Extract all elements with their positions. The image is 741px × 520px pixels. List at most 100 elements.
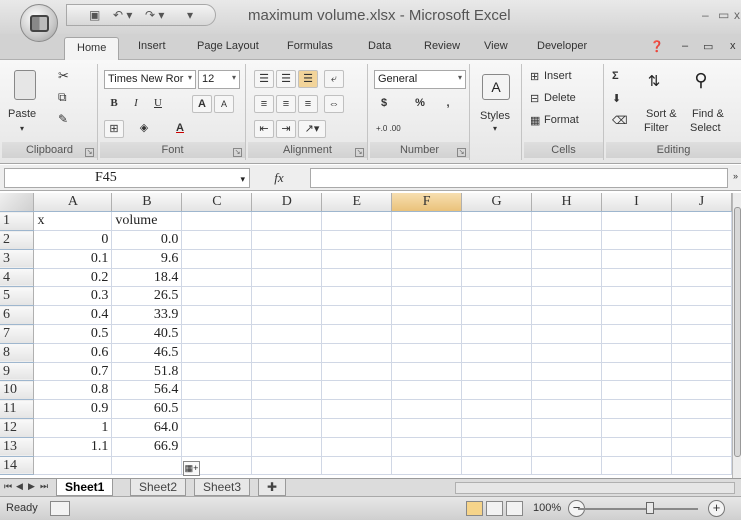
tab-review[interactable]: Review (424, 40, 460, 52)
fill-color-icon[interactable]: ◈ (134, 120, 154, 138)
font-name-combo[interactable]: Times New Ror ▾ (104, 70, 196, 89)
row-header[interactable]: 3 (0, 249, 35, 269)
cell-g[interactable] (461, 230, 533, 250)
cell-g[interactable] (461, 399, 533, 420)
decrease-indent-icon[interactable]: ⇤ (254, 120, 274, 138)
tab-formulas[interactable]: Formulas (287, 40, 333, 52)
formula-input[interactable] (310, 168, 728, 188)
align-middle-icon[interactable]: ☰ (276, 70, 296, 88)
cut-icon[interactable]: ✂ (58, 68, 69, 84)
cell-e[interactable] (321, 305, 393, 326)
tab-data[interactable]: Data (368, 40, 391, 52)
cell-f[interactable] (391, 380, 463, 401)
column-header-a[interactable]: A (33, 193, 113, 213)
cell-g[interactable] (461, 456, 533, 476)
cell-e[interactable] (321, 418, 393, 438)
cell-b[interactable]: volume (111, 211, 183, 232)
cell-a[interactable]: 0.6 (33, 343, 113, 363)
cell-g[interactable] (461, 380, 533, 401)
column-header-g[interactable]: G (461, 193, 533, 213)
cell-i[interactable] (601, 286, 672, 307)
last-sheet-icon[interactable]: ⏭ (40, 481, 48, 492)
cell-g[interactable] (461, 343, 533, 363)
help-icon[interactable]: ❓ (650, 40, 664, 53)
comma-button[interactable]: , (438, 95, 458, 113)
cell-g[interactable] (461, 437, 533, 457)
cell-i[interactable] (601, 343, 672, 363)
expand-formula-bar-icon[interactable]: » (733, 171, 738, 181)
save-icon[interactable]: ▣ (89, 8, 100, 22)
paste-icon[interactable] (14, 70, 36, 100)
name-box[interactable]: F45 ▾ (4, 168, 250, 188)
cell-b[interactable]: 18.4 (111, 268, 183, 288)
column-header-e[interactable]: E (321, 193, 393, 213)
sheet-tab-sheet2[interactable]: Sheet2 (130, 479, 187, 496)
cell-c[interactable] (181, 380, 253, 401)
cell-j[interactable] (671, 437, 732, 457)
cell-b[interactable]: 64.0 (111, 418, 183, 438)
redo-icon[interactable]: ↷ ▾ (145, 8, 164, 22)
cell-a[interactable] (33, 456, 113, 476)
tab-view[interactable]: View (484, 40, 508, 52)
cell-j[interactable] (671, 362, 732, 382)
cell-a[interactable]: x (33, 211, 113, 232)
zoom-in-button[interactable]: + (708, 500, 725, 517)
cell-d[interactable] (251, 230, 323, 250)
cell-b[interactable] (111, 456, 183, 476)
cell-c[interactable] (181, 286, 253, 307)
cell-d[interactable] (251, 437, 323, 457)
clipboard-dialog-launcher[interactable]: ↘ (85, 148, 94, 157)
column-header-h[interactable]: H (531, 193, 603, 213)
zoom-level[interactable]: 100% (533, 502, 561, 514)
cell-j[interactable] (671, 286, 732, 307)
cell-a[interactable]: 0 (33, 230, 113, 250)
binoculars-icon[interactable]: ⚲ (688, 70, 714, 96)
cell-e[interactable] (321, 343, 393, 363)
cell-e[interactable] (321, 380, 393, 401)
cell-e[interactable] (321, 324, 393, 344)
format-cells-button[interactable]: Format (544, 114, 579, 126)
maximize-button[interactable]: ▭ (718, 8, 729, 22)
italic-button[interactable]: I (126, 95, 146, 113)
cell-f[interactable] (391, 456, 463, 476)
cell-d[interactable] (251, 249, 323, 269)
cell-b[interactable]: 46.5 (111, 343, 183, 363)
cell-e[interactable] (321, 456, 393, 476)
delete-cells-button[interactable]: Delete (544, 92, 576, 104)
cell-g[interactable] (461, 268, 533, 288)
paste-button[interactable]: Paste (8, 108, 36, 120)
cell-f[interactable] (391, 418, 463, 438)
wrap-text-icon[interactable]: ⤶ (324, 70, 344, 88)
underline-button[interactable]: U (148, 95, 168, 113)
page-layout-view-button[interactable] (486, 501, 503, 516)
increase-decimal-button[interactable]: +.0 .00 (376, 124, 401, 133)
cell-h[interactable] (531, 418, 603, 438)
number-format-combo[interactable]: General ▾ (374, 70, 466, 89)
cell-d[interactable] (251, 362, 323, 382)
cell-f[interactable] (391, 343, 463, 363)
cell-g[interactable] (461, 362, 533, 382)
column-header-d[interactable]: D (251, 193, 323, 213)
row-header[interactable]: 8 (0, 343, 35, 363)
cell-f[interactable] (391, 230, 463, 250)
cell-a[interactable]: 0.2 (33, 268, 113, 288)
find-select-button[interactable]: Find & (692, 108, 724, 120)
cell-d[interactable] (251, 211, 323, 232)
cell-a[interactable]: 0.9 (33, 399, 113, 420)
increase-indent-icon[interactable]: ⇥ (276, 120, 296, 138)
cell-g[interactable] (461, 418, 533, 438)
cell-c[interactable] (181, 437, 253, 457)
cell-f[interactable] (391, 437, 463, 457)
font-dialog-launcher[interactable]: ↘ (233, 148, 242, 157)
cell-d[interactable] (251, 324, 323, 344)
cell-a[interactable]: 0.4 (33, 305, 113, 326)
borders-icon[interactable]: ⊞ (104, 120, 124, 138)
format-painter-icon[interactable]: ✎ (58, 112, 68, 126)
styles-icon[interactable]: A (482, 74, 510, 100)
cell-g[interactable] (461, 286, 533, 307)
orientation-icon[interactable]: ↗▾ (298, 120, 326, 138)
cell-i[interactable] (601, 268, 672, 288)
cell-h[interactable] (531, 456, 603, 476)
cell-d[interactable] (251, 286, 323, 307)
cell-f[interactable] (391, 399, 463, 420)
